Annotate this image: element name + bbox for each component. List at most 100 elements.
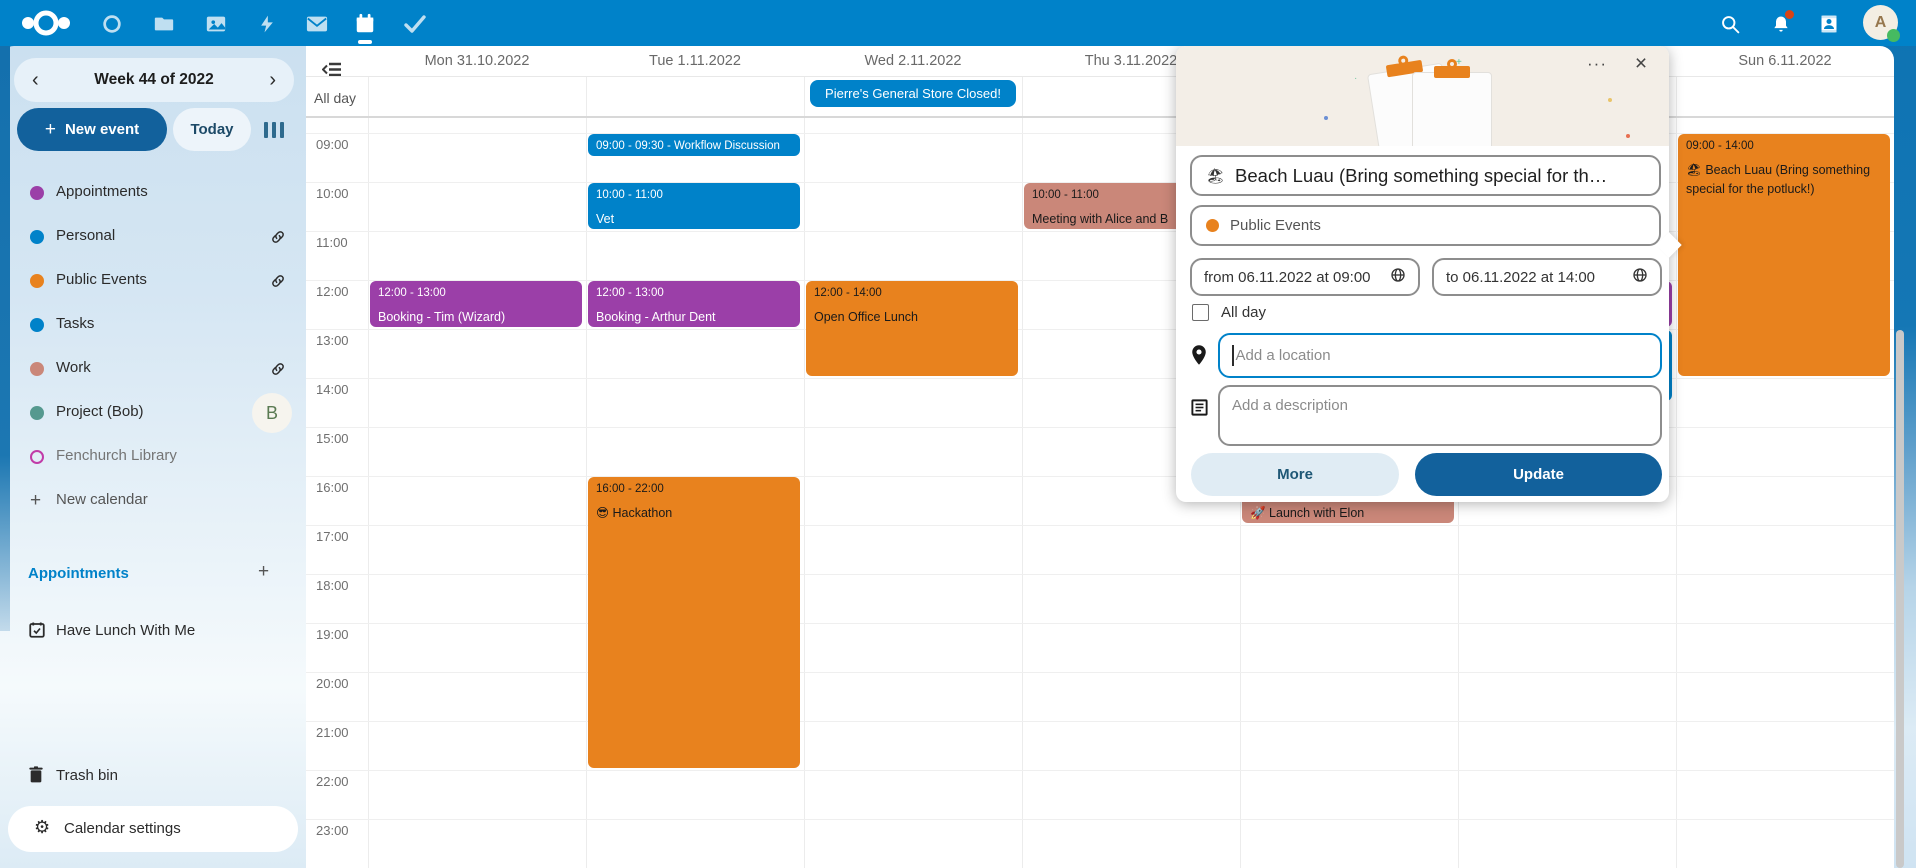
from-datetime-field[interactable]: from 06.11.2022 at 09:00 <box>1190 258 1420 296</box>
event-title-input[interactable]: 🏖 Beach Luau (Bring something special fo… <box>1190 155 1661 196</box>
all-day-event[interactable]: Pierre's General Store Closed! <box>810 80 1016 107</box>
clipboard-illustration <box>1412 72 1492 146</box>
share-avatar-badge: B <box>252 393 292 433</box>
day-header: Mon 31.10.2022 <box>368 53 586 73</box>
trash-bin-item[interactable]: Trash bin <box>0 754 306 798</box>
appointment-item[interactable]: Have Lunch With Me <box>0 609 306 653</box>
hour-label: 22:00 <box>316 774 349 789</box>
popup-header: + · ··· × <box>1176 46 1669 146</box>
previous-week-button[interactable]: ‹ <box>32 70 39 90</box>
confetti-plus: + <box>1456 58 1462 68</box>
calendar-label: Tasks <box>56 315 94 332</box>
search-icon[interactable] <box>1717 11 1743 37</box>
event-title: Open Office Lunch <box>814 308 1010 327</box>
files-icon[interactable] <box>151 11 177 37</box>
calendar-label: Personal <box>56 227 115 244</box>
new-calendar-button[interactable]: +New calendar <box>0 479 306 523</box>
event-title-text: Beach Luau (Bring something special for … <box>1235 165 1607 187</box>
grid-line <box>368 76 369 868</box>
to-datetime-field[interactable]: to 06.11.2022 at 14:00 <box>1432 258 1662 296</box>
update-button[interactable]: Update <box>1415 453 1662 496</box>
event-time: 12:00 - 14:00 <box>814 286 1010 301</box>
notifications-bell-icon[interactable] <box>1768 11 1794 37</box>
grid-line <box>1022 76 1023 868</box>
notification-dot <box>1785 10 1794 19</box>
calendar-color-dot <box>30 274 44 288</box>
dashboard-icon[interactable] <box>99 11 125 37</box>
globe-icon[interactable] <box>1632 267 1648 287</box>
plus-icon: + <box>30 490 41 512</box>
all-day-label: All day <box>314 90 356 106</box>
calendar-select[interactable]: Public Events <box>1190 205 1661 246</box>
calendar-label: Fenchurch Library <box>56 447 177 464</box>
sidebar-calendar-work[interactable]: Work <box>0 347 306 391</box>
trash-bin-label: Trash bin <box>56 767 118 784</box>
sidebar-calendar-appointments[interactable]: Appointments <box>0 171 306 215</box>
scrollbar-thumb[interactable] <box>1896 330 1904 868</box>
more-button[interactable]: More <box>1191 453 1399 496</box>
calendar-label: Public Events <box>56 271 147 288</box>
hour-label: 16:00 <box>316 480 349 495</box>
calendar-settings-label: Calendar settings <box>64 820 181 837</box>
new-event-button[interactable]: + New event <box>17 108 167 151</box>
event-time: 09:00 - 09:30 - Workflow Discussion <box>596 139 792 154</box>
activity-icon[interactable] <box>254 11 280 37</box>
sidebar-calendar-personal[interactable]: Personal <box>0 215 306 259</box>
calendar-settings-button[interactable]: ⚙ Calendar settings <box>8 806 298 852</box>
mail-icon[interactable] <box>304 11 330 37</box>
calendar-event[interactable]: 12:00 - 13:00Booking - Tim (Wizard) <box>370 281 582 327</box>
event-time: 10:00 - 11:00 <box>596 188 792 203</box>
event-time: 16:00 - 22:00 <box>596 482 792 497</box>
sidebar-calendar-public-events[interactable]: Public Events <box>0 259 306 303</box>
calendar-event[interactable]: 09:00 - 09:30 - Workflow Discussion <box>588 134 800 156</box>
today-button[interactable]: Today <box>173 108 251 151</box>
more-options-icon[interactable]: ··· <box>1580 54 1614 84</box>
calendar-event[interactable]: 10:00 - 11:00Vet <box>588 183 800 229</box>
new-event-label: New event <box>65 121 139 138</box>
grid-line <box>306 574 1894 575</box>
location-input[interactable]: Add a location <box>1218 333 1662 378</box>
location-placeholder: Add a location <box>1236 347 1331 364</box>
all-day-checkbox[interactable] <box>1192 304 1209 321</box>
event-title: 🚀 Launch with Elon <box>1250 504 1446 523</box>
hour-label: 21:00 <box>316 725 349 740</box>
add-appointment-config-button[interactable]: + <box>258 561 269 583</box>
sidebar-calendar-fenchurch-library[interactable]: Fenchurch Library <box>0 435 306 479</box>
day-header: Sun 6.11.2022 <box>1676 53 1894 73</box>
close-icon[interactable]: × <box>1624 52 1658 84</box>
grid-line <box>586 76 587 868</box>
contacts-icon[interactable] <box>1816 11 1842 37</box>
location-pin-icon <box>1190 344 1208 371</box>
hour-label: 12:00 <box>316 284 349 299</box>
description-input[interactable]: Add a description <box>1218 385 1662 446</box>
photos-icon[interactable] <box>203 11 229 37</box>
collapse-sidebar-icon[interactable] <box>322 62 342 82</box>
tasks-icon[interactable] <box>402 11 428 37</box>
sidebar-calendar-tasks[interactable]: Tasks <box>0 303 306 347</box>
avatar[interactable]: A <box>1863 5 1898 40</box>
calendar-icon[interactable] <box>352 11 378 37</box>
hour-label: 14:00 <box>316 382 349 397</box>
sidebar-calendar-project-bob[interactable]: Project (Bob)B <box>0 391 306 435</box>
nextcloud-logo[interactable] <box>20 8 72 43</box>
calendar-event[interactable]: 12:00 - 13:00Booking - Arthur Dent <box>588 281 800 327</box>
globe-icon[interactable] <box>1390 267 1406 287</box>
event-title: Booking - Arthur Dent <box>596 308 792 327</box>
hour-label: 18:00 <box>316 578 349 593</box>
plus-icon: + <box>45 119 56 141</box>
calendar-event[interactable]: 09:00 - 14:00🏖 Beach Luau (Bring somethi… <box>1678 134 1890 376</box>
calendar-color-dot <box>30 186 44 200</box>
to-value: to 06.11.2022 at 14:00 <box>1446 269 1595 286</box>
hour-label: 11:00 <box>316 235 348 250</box>
calendar-event[interactable]: 12:00 - 14:00 Open Office Lunch <box>806 281 1018 376</box>
calendar-color-dot <box>30 362 44 376</box>
grid-line <box>306 770 1894 771</box>
confetti-dot <box>1608 98 1612 102</box>
calendar-check-icon <box>28 621 46 644</box>
hour-label: 23:00 <box>316 823 349 838</box>
view-switcher-icon[interactable] <box>261 120 287 140</box>
appointments-section-heading: Appointments <box>28 565 129 582</box>
calendar-event[interactable]: 16:00 - 22:00😎 Hackathon <box>588 477 800 768</box>
today-label: Today <box>190 121 233 138</box>
next-week-button[interactable]: › <box>269 70 276 90</box>
